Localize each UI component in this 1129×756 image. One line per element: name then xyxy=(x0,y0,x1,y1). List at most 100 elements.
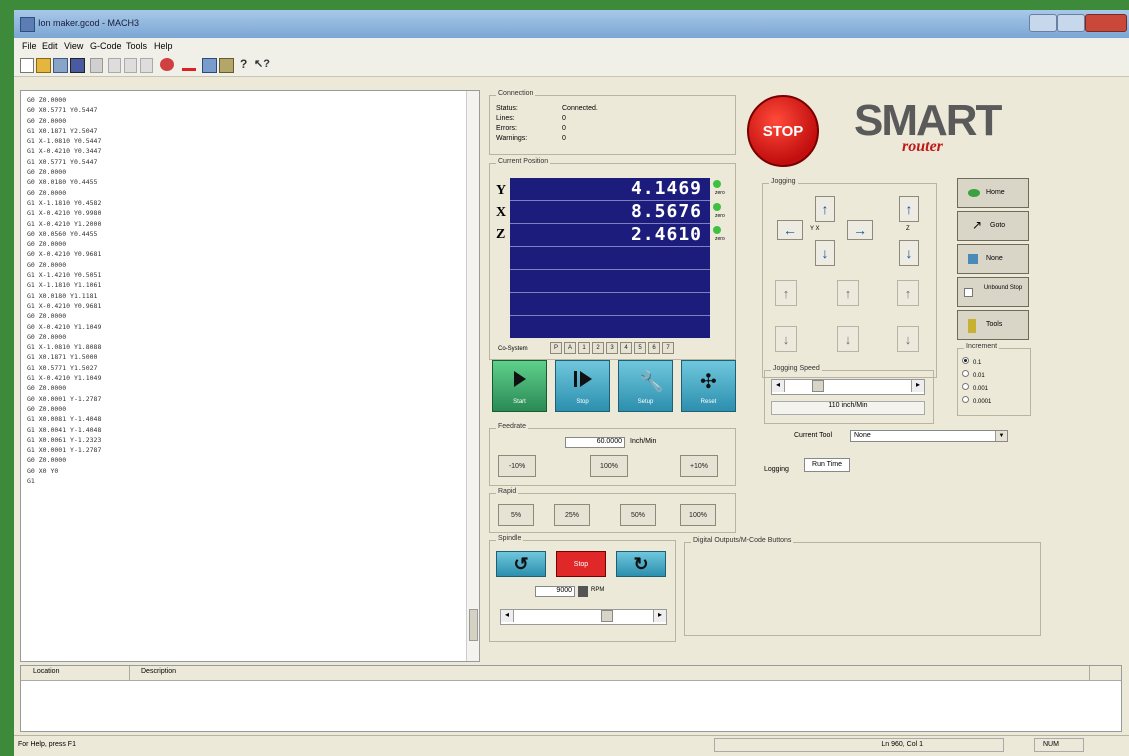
gcode-line[interactable]: G0 X0 Y0 xyxy=(27,466,479,476)
radio-icon[interactable] xyxy=(962,396,969,403)
gcode-line[interactable]: G1 X0.5771 Y1.5027 xyxy=(27,363,479,373)
gcode-line[interactable]: G1 X0.0001 Y-1.2787 xyxy=(27,445,479,455)
cosystem-button-3[interactable]: 3 xyxy=(606,342,618,354)
gcode-line[interactable]: G1 X0.1871 Y1.5000 xyxy=(27,352,479,362)
gcode-line[interactable]: G1 X-0.4210 Y0.3447 xyxy=(27,146,479,156)
jog-slider-left-icon[interactable]: ◂ xyxy=(772,380,785,392)
spindle-cw-button[interactable]: ↻ xyxy=(616,551,666,577)
gcode-line[interactable]: G0 X0.0180 Y0.4455 xyxy=(27,177,479,187)
gcode-line[interactable]: G1 X0.0041 Y-1.4048 xyxy=(27,425,479,435)
menu-view[interactable]: View xyxy=(64,41,83,51)
spindle-rpm-value[interactable]: 9000 xyxy=(535,586,575,597)
gcode-line[interactable]: G1 X0.0081 Y-1.4048 xyxy=(27,414,479,424)
cosystem-button-5[interactable]: 5 xyxy=(634,342,646,354)
gcode-line[interactable]: G0 X-0.4210 Y0.9681 xyxy=(27,249,479,259)
home-button[interactable]: Home xyxy=(957,178,1029,208)
radio-icon[interactable] xyxy=(962,357,969,364)
unbound-checkbox[interactable] xyxy=(964,288,973,297)
rapid-100-button[interactable]: 100% xyxy=(680,504,716,526)
gcode-line[interactable]: G0 Z0.0000 xyxy=(27,188,479,198)
slider-left-arrow-icon[interactable]: ◂ xyxy=(501,610,514,622)
column-description[interactable]: Description xyxy=(141,668,176,675)
jog-x-plus-button[interactable]: → xyxy=(847,220,873,240)
zero-z-led-icon[interactable] xyxy=(713,226,721,234)
cosystem-button-6[interactable]: 6 xyxy=(648,342,660,354)
copy-icon[interactable] xyxy=(124,58,137,73)
gcode-line[interactable]: G0 Z0.0000 xyxy=(27,332,479,342)
gcode-editor[interactable]: G0 Z0.0000 G0 X0.5771 Y0.5447 G0 Z0.0000 G1… xyxy=(20,90,480,662)
gcode-line[interactable]: G0 X-0.4210 Y1.1049 xyxy=(27,322,479,332)
gcode-line[interactable]: G1 X-0.4210 Y0.9980 xyxy=(27,208,479,218)
gcode-line[interactable]: G1 xyxy=(27,476,479,486)
reset-button[interactable]: ✣ Reset xyxy=(681,360,736,412)
cosystem-button-7[interactable]: 7 xyxy=(662,342,674,354)
cosystem-button-1[interactable]: 1 xyxy=(578,342,590,354)
feedrate-minus-button[interactable]: -10% xyxy=(498,455,536,477)
start-button[interactable]: Start xyxy=(492,360,547,412)
spindle-slider[interactable]: ◂ ▸ xyxy=(500,609,667,625)
slider-right-arrow-icon[interactable]: ▸ xyxy=(653,610,666,622)
new-file-icon[interactable] xyxy=(20,58,34,73)
help-icon[interactable]: ? xyxy=(240,57,247,71)
tab-run-time[interactable]: Run Time xyxy=(804,458,850,472)
increment-option[interactable]: 0.001 xyxy=(962,383,991,396)
slider-thumb[interactable] xyxy=(601,610,613,622)
gcode-line[interactable]: G0 X0.0560 Y0.4455 xyxy=(27,229,479,239)
increment-option[interactable]: 0.1 xyxy=(962,357,991,370)
goto-button[interactable]: ↗ Goto xyxy=(957,211,1029,241)
gcode-line[interactable]: G0 Z0.0000 xyxy=(27,239,479,249)
menu-tools[interactable]: Tools xyxy=(126,41,147,51)
gcode-line[interactable]: G1 X-1.0810 Y0.5447 xyxy=(27,136,479,146)
cosystem-button-4[interactable]: 4 xyxy=(620,342,632,354)
jog-speed-slider[interactable]: ◂ ▸ xyxy=(771,379,925,395)
gcode-line[interactable]: G1 X-1.0810 Y1.8088 xyxy=(27,342,479,352)
context-help-icon[interactable]: ↖? xyxy=(254,57,270,70)
gcode-line[interactable]: G1 X-0.4210 Y0.9681 xyxy=(27,301,479,311)
tools-button[interactable]: Tools xyxy=(957,310,1029,340)
chevron-down-icon[interactable]: ▼ xyxy=(995,431,1007,441)
scrollbar-thumb[interactable] xyxy=(469,609,478,641)
tab-logging[interactable]: Logging xyxy=(764,466,789,473)
none-button[interactable]: None xyxy=(957,244,1029,274)
chart-icon[interactable] xyxy=(202,58,217,73)
jog-b-plus-button[interactable]: ↑ xyxy=(837,280,859,306)
gcode-line[interactable]: G0 Z0.0000 xyxy=(27,167,479,177)
rapid-50-button[interactable]: 50% xyxy=(620,504,656,526)
gcode-line[interactable]: G1 X0.1871 Y2.5047 xyxy=(27,126,479,136)
menu-gcode[interactable]: G-Code xyxy=(90,41,122,51)
radio-icon[interactable] xyxy=(962,370,969,377)
save-icon[interactable] xyxy=(70,58,85,73)
print-icon[interactable] xyxy=(90,58,103,73)
gcode-line[interactable]: G1 X-1.1810 Y0.4582 xyxy=(27,198,479,208)
gcode-line[interactable]: G0 Z0.0000 xyxy=(27,455,479,465)
cosystem-button-a[interactable]: A xyxy=(564,342,576,354)
menu-file[interactable]: File xyxy=(22,41,37,51)
jog-a-plus-button[interactable]: ↑ xyxy=(775,280,797,306)
toolpath-icon[interactable] xyxy=(182,58,196,71)
maximize-button[interactable] xyxy=(1057,14,1085,32)
column-location[interactable]: Location xyxy=(33,668,59,675)
gcode-line[interactable]: G1 X-1.1810 Y1.1061 xyxy=(27,280,479,290)
gcode-line[interactable]: G1 X0.0061 Y-1.2323 xyxy=(27,435,479,445)
jog-y-plus-button[interactable]: ↑ xyxy=(815,196,835,222)
gcode-line[interactable]: G0 Z0.0000 xyxy=(27,311,479,321)
minimize-button[interactable] xyxy=(1029,14,1057,32)
gcode-line[interactable]: G0 X0.5771 Y0.5447 xyxy=(27,105,479,115)
cosystem-button-2[interactable]: 2 xyxy=(592,342,604,354)
cut-icon[interactable] xyxy=(108,58,121,73)
menu-help[interactable]: Help xyxy=(154,41,173,51)
gcode-line[interactable]: G1 X0.0180 Y1.1181 xyxy=(27,291,479,301)
step-button[interactable]: Stop xyxy=(555,360,610,412)
gcode-line[interactable]: G0 X0.0001 Y-1.2787 xyxy=(27,394,479,404)
open-folder-icon[interactable] xyxy=(36,58,51,73)
unbound-stop-button[interactable]: Unbound Stop xyxy=(957,277,1029,307)
gcode-line[interactable]: G0 Z0.0000 xyxy=(27,95,479,105)
gcode-line[interactable]: G1 X0.5771 Y0.5447 xyxy=(27,157,479,167)
rapid-5-button[interactable]: 5% xyxy=(498,504,534,526)
editor-scrollbar[interactable] xyxy=(466,91,479,661)
feedrate-100-button[interactable]: 100% xyxy=(590,455,628,477)
jog-z-plus-button[interactable]: ↑ xyxy=(899,196,919,222)
current-tool-select[interactable]: None ▼ xyxy=(850,430,1008,442)
rapid-25-button[interactable]: 25% xyxy=(554,504,590,526)
paste-icon[interactable] xyxy=(140,58,153,73)
